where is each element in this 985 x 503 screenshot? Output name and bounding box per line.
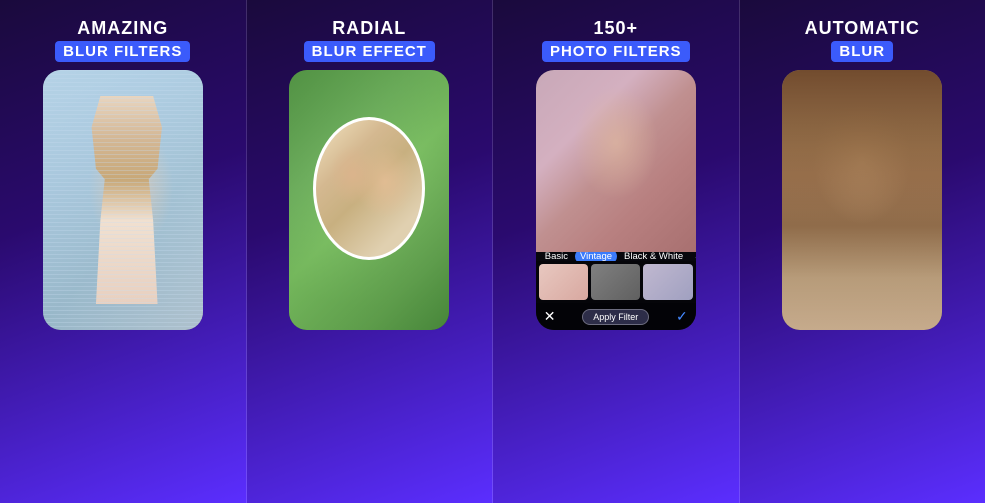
panel-2-title: RADIAL BLUR EFFECT	[304, 18, 435, 62]
panel-radial-blur: RADIAL BLUR EFFECT ▢ Normal ◎ Circle ⊞ B…	[246, 0, 493, 503]
panel-4-phone: ○ Blur ○ Unblur ○ Invert ⊕ Zoom ◑ Intens…	[782, 70, 942, 330]
panel-photo-filters: 150+ PHOTO FILTERS Basic Vintage Black &…	[492, 0, 739, 503]
panel-3-line1: 150+	[542, 18, 690, 39]
vintage-thumb-1[interactable]	[539, 264, 588, 300]
panel-3-title: 150+ PHOTO FILTERS	[542, 18, 690, 62]
filter-tabs-3: Basic Vintage Black & White Splash	[536, 252, 696, 261]
action-bar-3: ✕ Apply Filter ✓	[536, 303, 696, 330]
tab-splash[interactable]: Splash	[690, 252, 696, 261]
panel-1-title: AMAZING BLUR FILTERS	[55, 18, 190, 62]
tab-bw[interactable]: Black & White	[619, 252, 688, 261]
vintage-thumb-2[interactable]	[591, 264, 640, 300]
panel-2-phone: ▢ Normal ◎ Circle ⊞ Band ✕ Focus ✓	[289, 70, 449, 330]
check-icon-3[interactable]: ✓	[676, 308, 688, 325]
panel-amazing-blur: AMAZING BLUR FILTERS Basic Glass Distort…	[0, 0, 246, 503]
panel-3-photo	[536, 70, 696, 252]
panel-1-phone: Basic Glass Distortion Paint Water ✕ App…	[43, 70, 203, 330]
panel-2-line2: BLUR EFFECT	[304, 41, 435, 62]
hair-overlay	[782, 70, 942, 226]
close-icon-3[interactable]: ✕	[544, 308, 556, 325]
panel-2-photo	[289, 70, 449, 330]
panel-1-photo	[43, 70, 203, 330]
panel-2-line1: RADIAL	[304, 18, 435, 39]
panel-1-line1: AMAZING	[55, 18, 190, 39]
panel-1-line2: BLUR FILTERS	[55, 41, 190, 62]
panel-3-bottom: Basic Vintage Black & White Splash ✕ App…	[536, 252, 696, 330]
panel-4-title: AUTOMATIC BLUR	[805, 18, 920, 62]
panel-4-photo	[782, 70, 942, 330]
woman-figure	[83, 96, 171, 304]
panel-3-line2: PHOTO FILTERS	[542, 41, 690, 62]
tab-basic-3[interactable]: Basic	[540, 252, 573, 261]
panel-3-phone: Basic Vintage Black & White Splash ✕ App…	[536, 70, 696, 330]
vintage-thumb-3[interactable]	[643, 264, 692, 300]
panel-4-line2: BLUR	[831, 41, 893, 62]
panel-4-line1: AUTOMATIC	[805, 18, 920, 39]
circle-focus-overlay	[313, 117, 425, 260]
tab-vintage[interactable]: Vintage	[575, 252, 617, 261]
apply-filter-btn[interactable]: Apply Filter	[582, 309, 649, 325]
vintage-strip	[536, 261, 696, 303]
panel-automatic-blur: AUTOMATIC BLUR ○ Blur ○ Unblur ○ Invert …	[739, 0, 985, 503]
